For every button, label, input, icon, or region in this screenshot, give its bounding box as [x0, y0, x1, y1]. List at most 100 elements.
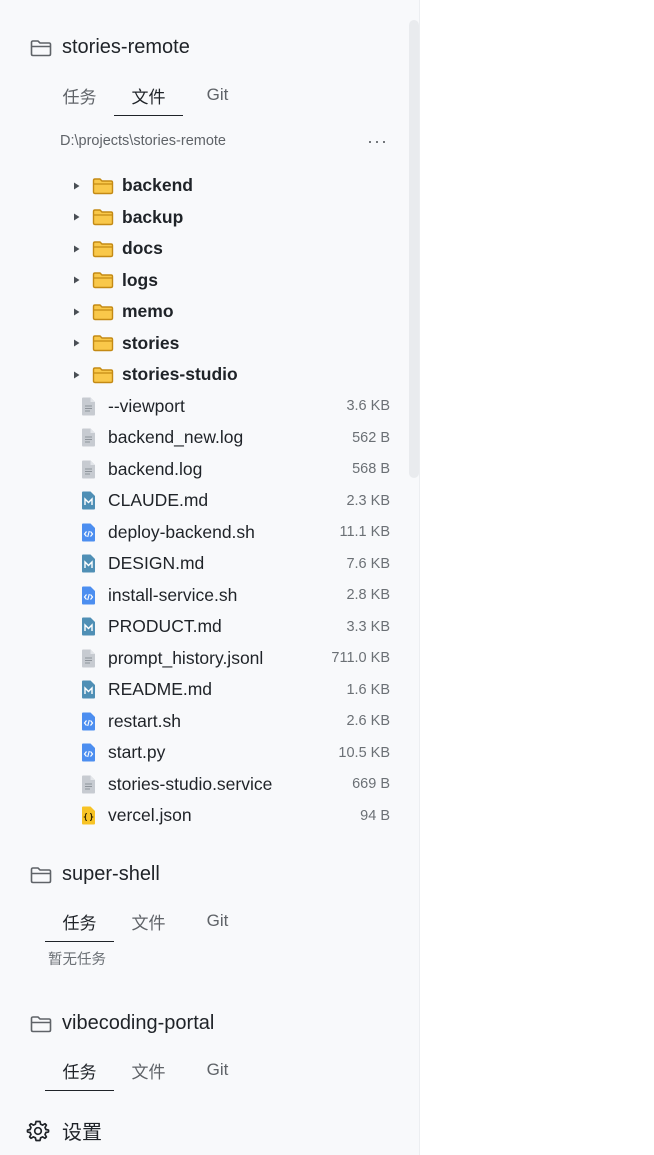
folder-name: backup: [122, 206, 184, 227]
folder-name: memo: [122, 301, 174, 322]
file-name: DESIGN.md: [108, 553, 205, 574]
file-name: prompt_history.jsonl: [108, 647, 264, 668]
file-name: PRODUCT.md: [108, 616, 222, 637]
file-name: deploy-backend.sh: [108, 521, 255, 542]
tree-file-row[interactable]: PRODUCT.md 3.3 KB: [0, 611, 420, 643]
json-file-icon: [82, 806, 95, 825]
project-header-super-shell[interactable]: super-shell: [30, 863, 160, 886]
tree-file-row[interactable]: backend_new.log 562 B: [0, 422, 420, 454]
caret-right-icon[interactable]: [72, 371, 80, 379]
folder-icon: [92, 178, 114, 194]
file-name: install-service.sh: [108, 584, 238, 605]
tab-tasks[interactable]: 任务: [45, 76, 114, 114]
tree-folder-row[interactable]: stories-studio: [0, 359, 420, 391]
text-file-icon: [82, 775, 95, 794]
tree-file-row[interactable]: stories-studio.service 669 B: [0, 769, 420, 801]
project-name: stories-remote: [62, 36, 190, 58]
file-size: 10.5 KB: [338, 744, 390, 761]
tree-folder-row[interactable]: backend: [0, 170, 420, 202]
tab-tasks[interactable]: 任务: [45, 1051, 114, 1091]
text-file-icon: [82, 460, 95, 479]
file-name: backend.log: [108, 458, 203, 479]
tab-files[interactable]: 文件: [114, 1051, 183, 1089]
caret-right-icon[interactable]: [72, 182, 80, 190]
tab-tasks[interactable]: 任务: [45, 902, 114, 942]
tree-file-row[interactable]: restart.sh 2.6 KB: [0, 706, 420, 738]
file-name: backend_new.log: [108, 427, 244, 448]
tree-file-row[interactable]: --viewport 3.6 KB: [0, 391, 420, 423]
project-name: vibecoding-portal: [62, 1012, 215, 1034]
project-header-stories-remote[interactable]: stories-remote: [30, 36, 190, 59]
folder-name: backend: [122, 175, 193, 196]
tree-file-row[interactable]: prompt_history.jsonl 711.0 KB: [0, 643, 420, 675]
project-tabs: 任务 文件 Git: [45, 76, 252, 116]
file-name: README.md: [108, 679, 213, 700]
folder-name: stories-studio: [122, 364, 238, 385]
markdown-file-icon: [82, 617, 95, 636]
folder-name: logs: [122, 269, 158, 290]
tree-file-row[interactable]: vercel.json 94 B: [0, 800, 420, 832]
file-size: 94 B: [360, 807, 390, 824]
tree-file-row[interactable]: README.md 1.6 KB: [0, 674, 420, 706]
file-size: 3.3 KB: [346, 618, 390, 635]
settings-button[interactable]: 设置: [26, 1116, 102, 1145]
path-row: D:\projects\stories-remote ···: [60, 129, 388, 153]
settings-label: 设置: [62, 1122, 102, 1144]
sidebar: stories-remote 任务 文件 Git D:\projects\sto…: [0, 0, 420, 1155]
folder-icon: [92, 241, 114, 257]
tab-files[interactable]: 文件: [114, 902, 183, 940]
tree-file-row[interactable]: CLAUDE.md 2.3 KB: [0, 485, 420, 517]
project-header-vibecoding-portal[interactable]: vibecoding-portal: [30, 1012, 214, 1035]
tab-files[interactable]: 文件: [114, 76, 183, 116]
file-size: 2.6 KB: [346, 713, 390, 730]
file-size: 568 B: [352, 461, 390, 478]
folder-icon: [92, 272, 114, 289]
project-name: super-shell: [62, 863, 160, 885]
empty-tasks-text: 暂无任务: [48, 952, 106, 968]
tree-folder-row[interactable]: stories: [0, 328, 420, 360]
caret-right-icon[interactable]: [72, 245, 80, 253]
code-file-icon: [82, 712, 95, 731]
text-file-icon: [82, 649, 95, 668]
markdown-file-icon: [82, 680, 95, 699]
file-name: stories-studio.service: [108, 773, 273, 794]
caret-right-icon[interactable]: [72, 213, 80, 221]
file-size: 11.1 KB: [339, 524, 390, 541]
project-tabs: 任务 文件 Git: [45, 902, 252, 942]
project-tabs: 任务 文件 Git: [45, 1051, 252, 1091]
tab-git[interactable]: Git: [183, 76, 252, 114]
tree-folder-row[interactable]: memo: [0, 296, 420, 328]
text-file-icon: [82, 428, 95, 447]
tree-folder-row[interactable]: docs: [0, 233, 420, 265]
text-file-icon: [82, 397, 95, 416]
caret-right-icon[interactable]: [72, 308, 80, 316]
tab-git[interactable]: Git: [183, 902, 252, 940]
file-name: start.py: [108, 742, 166, 763]
tree-folder-row[interactable]: logs: [0, 265, 420, 297]
tree-file-row[interactable]: backend.log 568 B: [0, 454, 420, 486]
markdown-file-icon: [82, 491, 95, 510]
tree-folder-row[interactable]: backup: [0, 202, 420, 234]
file-name: --viewport: [108, 395, 185, 416]
file-size: 1.6 KB: [346, 681, 390, 698]
tab-git[interactable]: Git: [183, 1051, 252, 1089]
file-name: vercel.json: [108, 805, 192, 826]
file-size: 562 B: [352, 429, 390, 446]
tree-file-row[interactable]: deploy-backend.sh 11.1 KB: [0, 517, 420, 549]
code-file-icon: [82, 743, 95, 762]
tree-file-row[interactable]: start.py 10.5 KB: [0, 737, 420, 769]
folder-icon: [92, 367, 114, 383]
file-size: 7.6 KB: [346, 555, 390, 572]
folder-name: docs: [122, 238, 163, 259]
file-size: 2.3 KB: [346, 492, 390, 509]
tree-file-row[interactable]: DESIGN.md 7.6 KB: [0, 548, 420, 580]
folder-outline-icon: [30, 866, 52, 883]
folder-name: stories: [122, 332, 180, 353]
tree-file-row[interactable]: install-service.sh 2.8 KB: [0, 580, 420, 612]
project-path: D:\projects\stories-remote: [60, 133, 226, 149]
code-file-icon: [82, 586, 95, 605]
more-options-button[interactable]: ···: [367, 132, 388, 150]
gear-icon: [26, 1120, 50, 1141]
caret-right-icon[interactable]: [72, 339, 80, 347]
caret-right-icon[interactable]: [72, 276, 80, 284]
